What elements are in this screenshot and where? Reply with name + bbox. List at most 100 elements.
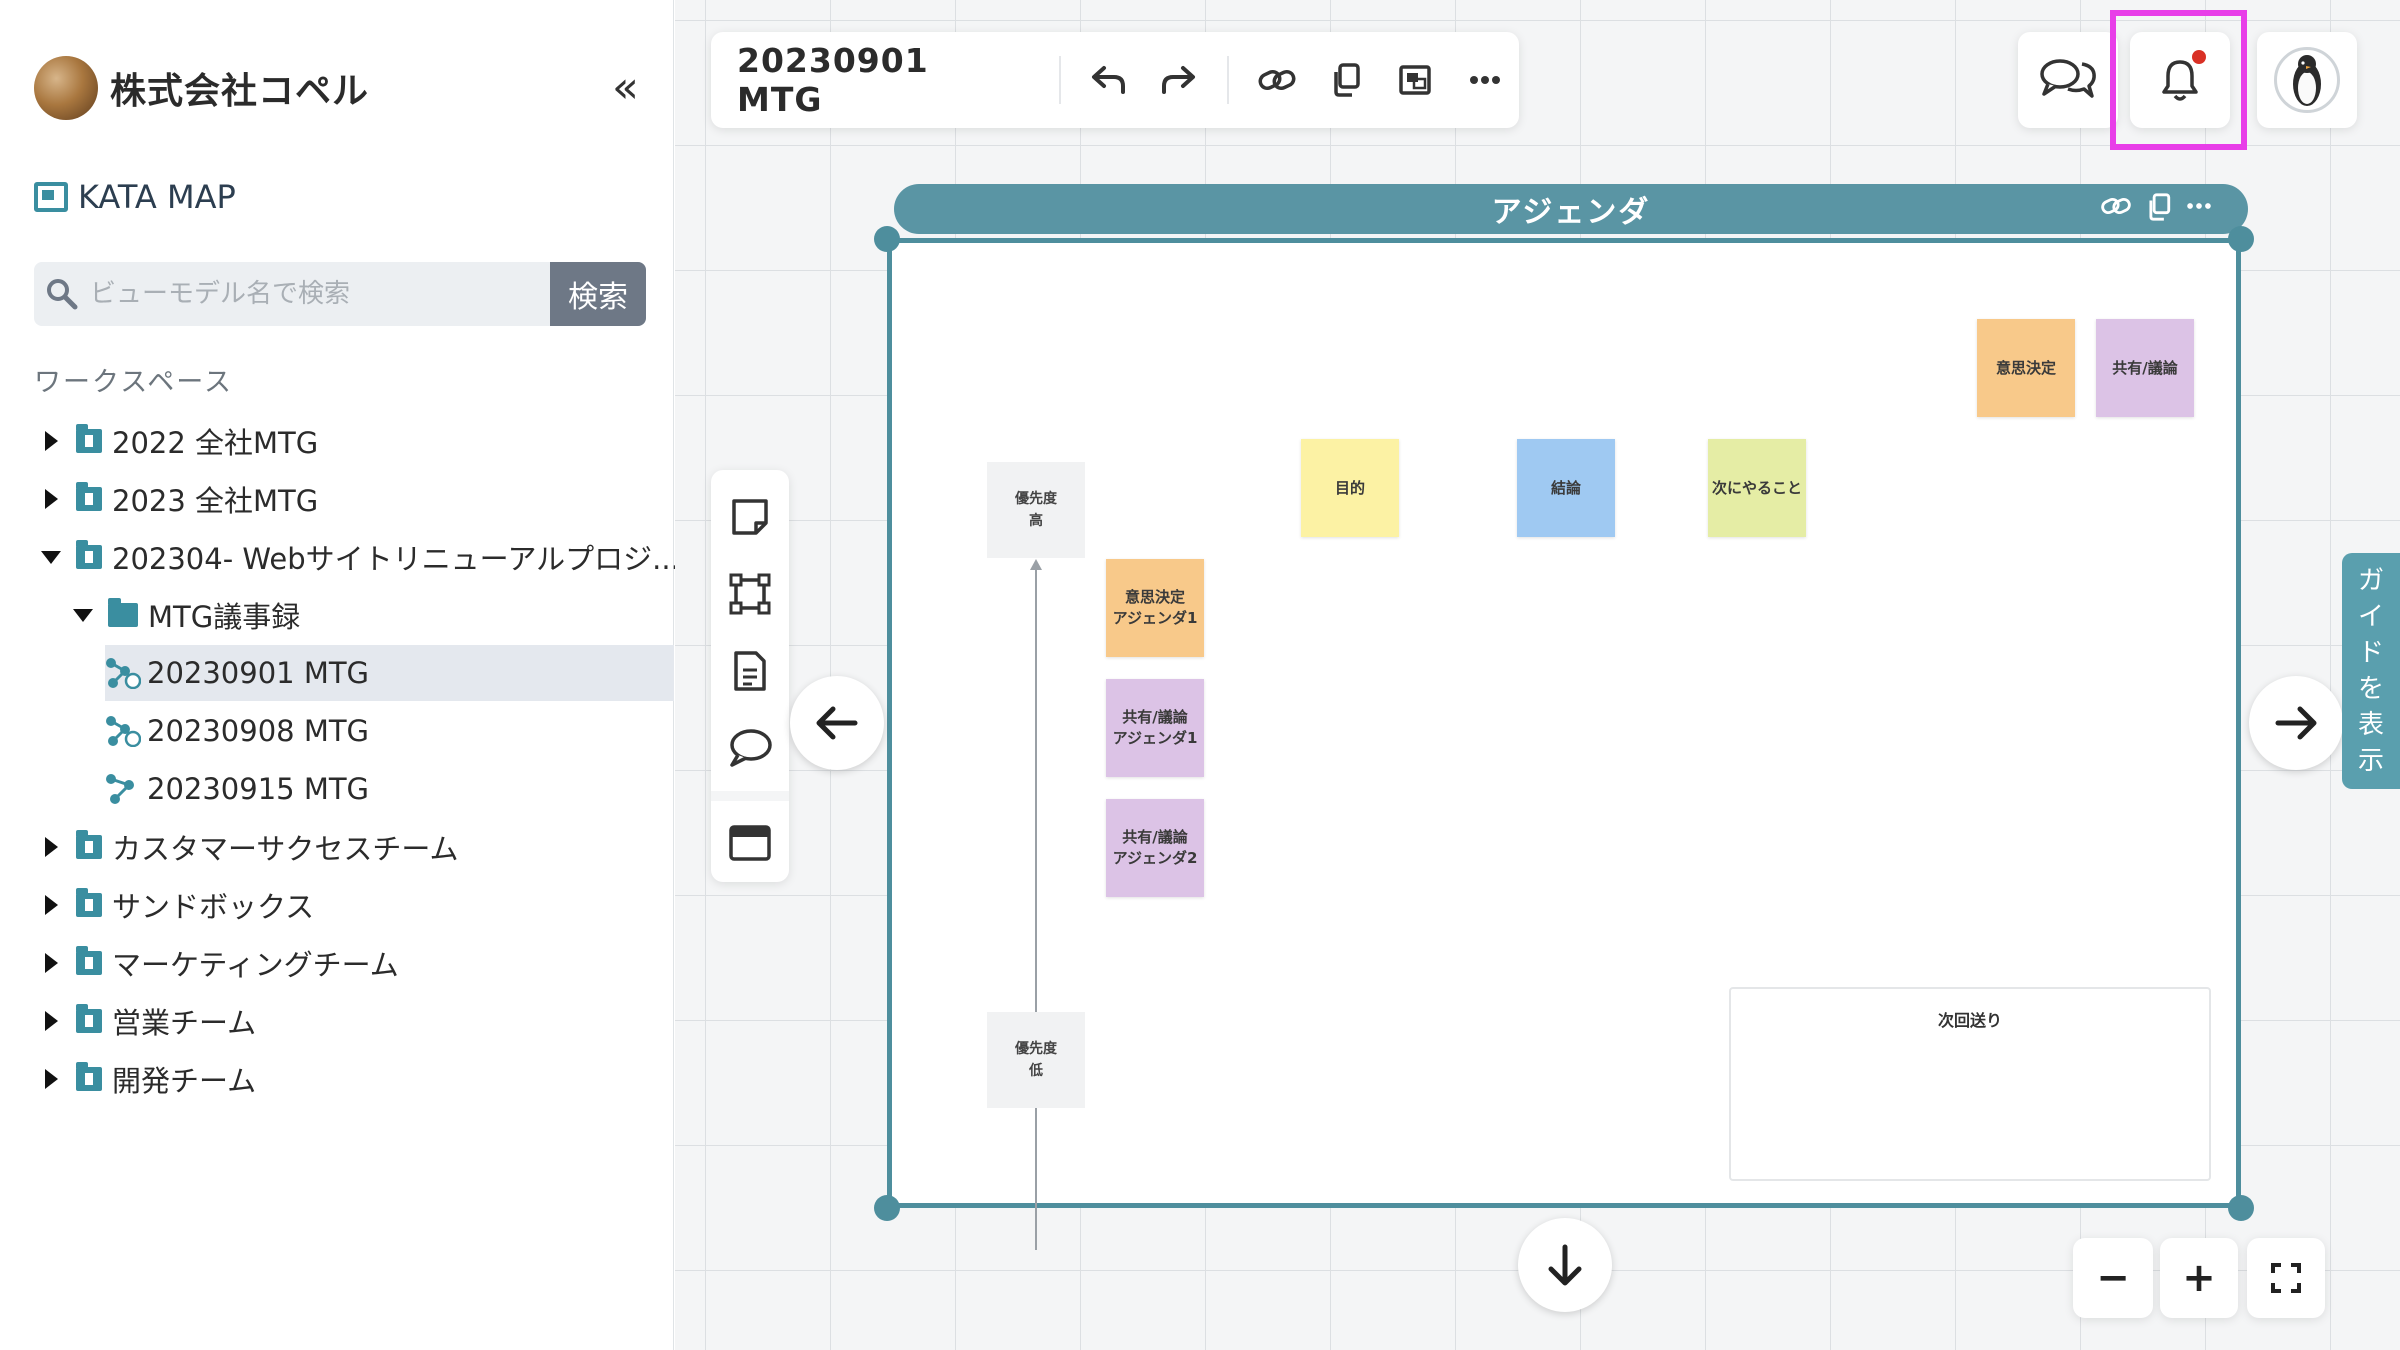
frame-header[interactable]: アジェンダ [894,184,2248,234]
map-share-icon [106,658,141,689]
redo-button[interactable] [1144,45,1213,115]
tree-item-label: 2022 全社MTG [112,426,319,460]
tree-item-label: 20230901 MTG [147,656,370,690]
image-export-button[interactable] [1381,45,1450,115]
sticky-agenda-decision-1[interactable]: 意思決定 アジェンダ1 [1106,559,1204,657]
org-header[interactable]: 株式会社コペル [34,56,369,120]
tree-item-label: 営業チーム [112,1006,257,1040]
tree-item-workspace[interactable]: マーケティングチーム [40,935,399,991]
sticky-share-discuss[interactable]: 共有/議論 [2096,319,2194,417]
document-tool[interactable] [711,633,789,710]
resize-handle-bottom-left[interactable] [874,1195,900,1221]
frame-title: アジェンダ [1491,195,1651,230]
caret-right-icon[interactable] [40,1010,62,1032]
search-button[interactable]: 検索 [550,262,646,326]
sticky-note-tool[interactable] [711,478,789,555]
map-title[interactable]: 20230901 MTG [711,41,1045,119]
priority-high-label[interactable]: 優先度 高 [987,462,1085,558]
tree-item-label: カスタマーサクセスチーム [112,832,459,866]
link-icon[interactable] [2100,192,2132,220]
resize-handle-top-right[interactable] [2228,226,2254,252]
tree-item-label: MTG議事録 [148,600,301,634]
notification-highlight [2110,10,2247,150]
workspace-icon [76,482,102,511]
chat-icon [2040,59,2096,98]
tree-item-workspace[interactable]: カスタマーサクセスチーム [40,819,459,875]
sticky-decision[interactable]: 意思決定 [1977,319,2075,417]
pan-left-button[interactable] [790,676,884,770]
comment-icon [730,729,772,768]
pan-down-button[interactable] [1518,1218,1612,1312]
tree-item-workspace[interactable]: 2022 全社MTG [40,413,318,469]
tree-item-workspace[interactable]: 202304- Webサイトリニューアルプロジ... [40,529,680,585]
caret-right-icon[interactable] [40,836,62,858]
search-input[interactable] [90,262,550,326]
sticky-conclusion[interactable]: 結論 [1517,439,1615,537]
tree-item-label: 202304- Webサイトリニューアルプロジ... [112,542,680,576]
show-guide-tab[interactable]: ガ イ ド を 表 示 [2342,553,2400,789]
workspace-icon [76,888,102,917]
carry-over-box[interactable]: 次回送り [1729,987,2211,1181]
undo-icon [1092,66,1126,94]
caret-right-icon[interactable] [40,952,62,974]
fullscreen-icon [2271,1263,2301,1293]
frame-tool[interactable] [711,555,789,632]
caret-right-icon[interactable] [40,488,62,510]
sticky-purpose[interactable]: 目的 [1301,439,1399,537]
penguin-icon [2293,55,2321,106]
workspace-icon [76,830,102,859]
priority-low-label[interactable]: 優先度 低 [987,1012,1085,1108]
tree-item-workspace[interactable]: 開発チーム [40,1051,256,1107]
fullscreen-button[interactable] [2247,1238,2325,1318]
tree-item-label: サンドボックス [112,890,315,924]
tree-item-workspace[interactable]: 2023 全社MTG [40,471,318,527]
guide-tab-char: ド [2357,638,2384,668]
tree-item-folder[interactable]: MTG議事録 [72,587,300,643]
priority-axis-arrow [1030,559,1042,1250]
workspace-icon [76,1004,102,1033]
sticky-note-icon [732,498,768,535]
guide-tab-char: ガ [2357,566,2384,596]
tree-item-workspace[interactable]: サンドボックス [40,877,314,933]
caret-right-icon[interactable] [40,894,62,916]
comments-button[interactable] [2018,32,2118,128]
user-menu-button[interactable] [2257,32,2357,128]
tree-item-map[interactable]: 20230908 MTG [105,703,369,759]
zoom-out-button[interactable]: − [2073,1238,2153,1318]
more-icon[interactable] [2186,192,2212,220]
zoom-in-button[interactable]: + [2160,1238,2238,1318]
undo-button[interactable] [1075,45,1144,115]
folder-icon [108,598,138,627]
caret-down-icon[interactable] [72,604,94,626]
sticky-agenda-share-2[interactable]: 共有/議論 アジェンダ2 [1106,799,1204,897]
collapse-sidebar-button[interactable]: « [612,66,639,110]
pan-right-button[interactable] [2249,676,2343,770]
window-icon [729,825,771,862]
caret-right-icon[interactable] [40,430,62,452]
app-name-link[interactable]: KATA MAP [34,178,236,216]
tree-item-label: 20230908 MTG [147,714,370,748]
sticky-next-action[interactable]: 次にやること [1708,439,1806,537]
tool-palette [711,470,789,882]
caret-right-icon[interactable] [40,1068,62,1090]
workspace-icon [76,946,102,975]
copy-button[interactable] [1312,45,1381,115]
caret-down-icon[interactable] [40,546,62,568]
resize-handle-bottom-right[interactable] [2228,1195,2254,1221]
more-button[interactable] [1450,45,1519,115]
sticky-agenda-share-1[interactable]: 共有/議論 アジェンダ1 [1106,679,1204,777]
link-button[interactable] [1243,45,1312,115]
sidebar: 株式会社コペル « KATA MAP 検索 ワークスペース 2022 全社MTG… [0,0,680,1350]
tree-item-map-selected[interactable]: 20230901 MTG [105,645,674,701]
workspace-icon [76,424,102,453]
map-canvas[interactable]: 20230901 MTG アジェンダ 優先度 高 優先度 低 意思決定 共有/議… [675,0,2400,1350]
comment-tool[interactable] [711,710,789,787]
copy-icon[interactable] [2146,192,2172,222]
tree-item-workspace[interactable]: 営業チーム [40,993,256,1049]
more-icon [1469,76,1500,84]
toolbar-divider [1058,56,1061,104]
resize-handle-top-left[interactable] [874,226,900,252]
agenda-frame[interactable]: 優先度 高 優先度 低 意思決定 共有/議論 目的 結論 次にやること 意思決定… [887,238,2241,1250]
tree-item-map[interactable]: 20230915 MTG [105,761,369,817]
section-tool[interactable] [711,805,789,882]
